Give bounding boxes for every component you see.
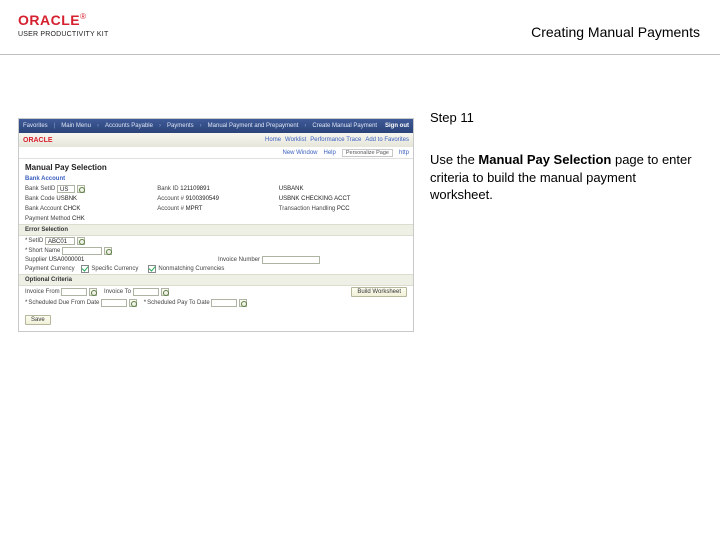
userline: New Window Help Personalize Page http (19, 147, 413, 159)
crumb-item[interactable]: Create Manual Payment (312, 123, 377, 129)
optional-criteria-section: Optional Criteria Invoice From Invoice T… (19, 274, 413, 308)
bank-code-value: USBNK (56, 196, 77, 202)
bank-setid-label: Bank SetID (25, 186, 55, 192)
subbar-links: Home Worklist Performance Trace Add to F… (265, 137, 409, 143)
opt-invto-input[interactable] (133, 288, 159, 296)
bank-method-value: CHK (72, 216, 85, 222)
errsel-paycur-label: Payment Currency (25, 266, 75, 272)
opt-invfrom-input[interactable] (61, 288, 87, 296)
screenshot-column: Favorites| Main Menu› Accounts Payable› … (0, 58, 420, 332)
app-screenshot: Favorites| Main Menu› Accounts Payable› … (18, 118, 414, 332)
error-selection-head: Error Selection (19, 224, 413, 236)
http-icon[interactable]: http (399, 150, 409, 156)
bank-code-label: Bank Code (25, 196, 55, 202)
calendar-icon[interactable] (239, 299, 247, 307)
lookup-icon[interactable] (77, 185, 85, 193)
calendar-icon[interactable] (129, 299, 137, 307)
errsel-invoice-label: Invoice Number (218, 257, 260, 263)
crumb-item[interactable]: Accounts Payable (105, 123, 153, 129)
optional-criteria-head: Optional Criteria (19, 274, 413, 286)
bank-id-value: 121109891 (180, 186, 210, 192)
bank-accountnm-value: MPRT (186, 206, 203, 212)
subbar-link[interactable]: Worklist (285, 137, 306, 143)
instr-pre: Use the (430, 152, 478, 167)
errsel-nonmatch-label: Nonmatching Currencies (158, 266, 224, 272)
errsel-supplier-value: USA0000001 (49, 257, 85, 263)
errsel-short-label: Short Name (25, 248, 60, 254)
page-header: ORACLE® USER PRODUCTIVITY KIT Creating M… (0, 0, 720, 58)
bank-setid-input[interactable]: US (57, 185, 75, 193)
bank-account-label: Bank Account (25, 206, 62, 212)
opt-schto-label: Scheduled Pay To Date (144, 300, 210, 306)
errsel-invoice-input[interactable] (262, 256, 320, 264)
header-rule (0, 54, 720, 55)
opt-schto-input[interactable] (211, 299, 237, 307)
opt-invto-label: Invoice To (104, 289, 131, 295)
subbar-logo: ORACLE (23, 137, 53, 144)
brand-reg: ® (80, 12, 86, 21)
bank-trans-value: PCC (337, 206, 350, 212)
bank-accountnm-label: Account # (157, 206, 184, 212)
errsel-setid-label: SetID (25, 238, 43, 244)
calendar-icon[interactable] (89, 288, 97, 296)
error-selection-section: Error Selection SetID ABC01 Short Name S… (19, 224, 413, 274)
page-title: Creating Manual Payments (531, 24, 700, 40)
instr-bold: Manual Pay Selection (478, 152, 611, 167)
new-window-link[interactable]: New Window (283, 150, 318, 156)
bank-trans-label: Transaction Handling (279, 206, 335, 212)
lookup-icon[interactable] (104, 247, 112, 255)
calendar-icon[interactable] (161, 288, 169, 296)
bank-accountno-label: Account # (157, 196, 184, 202)
main: Favorites| Main Menu› Accounts Payable› … (0, 58, 720, 332)
brand-main: ORACLE (18, 12, 80, 28)
bank-account-head: Bank Account (19, 174, 413, 184)
errsel-speccur-label: Specific Currency (91, 266, 138, 272)
bank-method-label: Payment Method (25, 216, 70, 222)
bank-account-section: Bank Account Bank SetID US Bank ID 12110… (19, 174, 413, 224)
opt-invfrom-label: Invoice From (25, 289, 60, 295)
app-subbar: ORACLE Home Worklist Performance Trace A… (19, 133, 413, 147)
opt-schfrom-input[interactable] (101, 299, 127, 307)
help-link[interactable]: Help (324, 150, 336, 156)
instruction-text: Use the Manual Pay Selection page to ent… (430, 151, 696, 204)
errsel-setid-input[interactable]: ABC01 (45, 237, 75, 245)
bank-id-label: Bank ID (157, 186, 178, 192)
signout-link[interactable]: Sign out (385, 123, 409, 129)
save-button[interactable]: Save (25, 315, 51, 325)
bank-desc2: USBNK CHECKING ACCT (279, 196, 351, 202)
app-topbar: Favorites| Main Menu› Accounts Payable› … (19, 119, 413, 133)
brand-logo: ORACLE® USER PRODUCTIVITY KIT (18, 12, 108, 38)
bank-account-value: CHCK (63, 206, 80, 212)
subbar-link[interactable]: Performance Trace (310, 137, 361, 143)
opt-schfrom-label: Scheduled Due From Date (25, 300, 99, 306)
crumb-item[interactable]: Manual Payment and Prepayment (208, 123, 299, 129)
crumb-item[interactable]: Favorites (23, 123, 48, 129)
crumb-item[interactable]: Main Menu (61, 123, 91, 129)
personalize-link[interactable]: Personalize Page (342, 149, 393, 157)
speccur-checkbox[interactable] (81, 265, 89, 273)
bank-accountno-value: 9100390549 (186, 196, 219, 202)
bank-desc1: USBANK (279, 186, 304, 192)
instruction-column: Step 11 Use the Manual Pay Selection pag… (420, 58, 710, 332)
errsel-supplier-label: Supplier (25, 257, 47, 263)
lookup-icon[interactable] (77, 237, 85, 245)
step-label: Step 11 (430, 110, 696, 125)
nonmatch-checkbox[interactable] (148, 265, 156, 273)
crumb-item[interactable]: Payments (167, 123, 194, 129)
build-worksheet-button[interactable]: Build Worksheet (351, 287, 407, 297)
brand-sub: USER PRODUCTIVITY KIT (18, 31, 108, 38)
screen-title: Manual Pay Selection (19, 159, 413, 174)
errsel-short-input[interactable] (62, 247, 102, 255)
subbar-link[interactable]: Home (265, 137, 281, 143)
subbar-link[interactable]: Add to Favorites (365, 137, 409, 143)
